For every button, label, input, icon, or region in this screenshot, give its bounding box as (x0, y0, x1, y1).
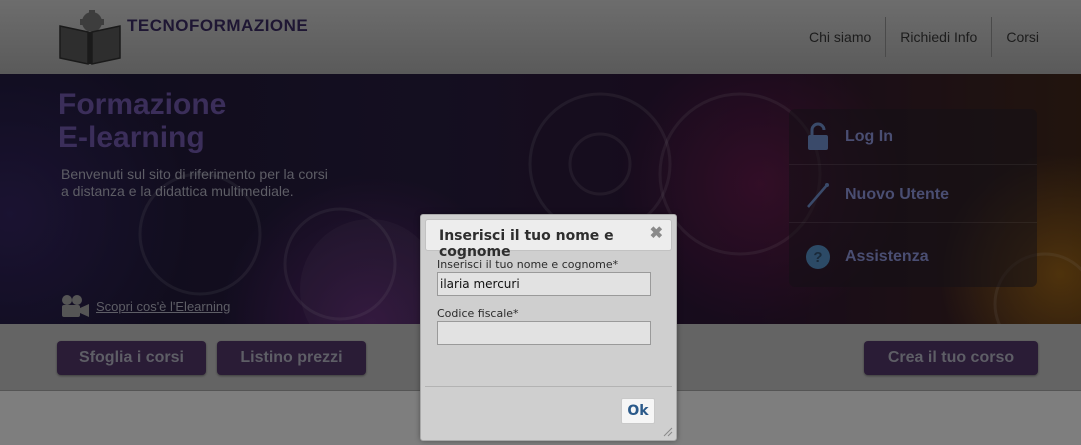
main-nav: Chi siamo Richiedi Info Corsi (795, 17, 1053, 57)
create-course-button[interactable]: Crea il tuo corso (864, 341, 1038, 375)
help-icon: ? (805, 242, 831, 272)
panel-item-assistance[interactable]: ? Assistenza (789, 229, 1037, 285)
video-camera-icon (62, 295, 89, 317)
fiscal-code-input[interactable] (437, 321, 651, 345)
hero-title: Formazione E-learning (58, 88, 226, 154)
svg-text:?: ? (813, 249, 822, 266)
panel-item-label: Log In (845, 127, 893, 145)
panel-item-new-user[interactable]: Nuovo Utente (789, 167, 1037, 223)
hero-text-line2: a distanza e la didattica multimediale. (61, 183, 294, 199)
hero-title-line1: Formazione (58, 88, 227, 121)
name-field-label: Inserisci il tuo nome e cognome* (437, 258, 619, 271)
elearning-link[interactable]: Scopri cos'è l'Elearning (96, 299, 230, 314)
dialog-title: Inserisci il tuo nome e cognome (439, 228, 614, 260)
panel-item-label: Assistenza (845, 248, 929, 265)
hero-description: Benvenuti sul sito di riferimento per la… (61, 166, 371, 200)
dialog-titlebar[interactable]: Inserisci il tuo nome e cognome ✖ (425, 219, 672, 260)
hero-title-line2: E-learning (58, 121, 205, 154)
nav-chi-siamo[interactable]: Chi siamo (795, 17, 885, 57)
resize-grip-icon[interactable] (663, 427, 673, 437)
panel-item-label: Nuovo Utente (845, 185, 949, 203)
nav-corsi[interactable]: Corsi (991, 17, 1053, 57)
user-panel: Log In Nuovo Utente ? Assistenza (789, 109, 1037, 287)
browse-courses-button[interactable]: Sfoglia i corsi (57, 341, 206, 375)
ok-button[interactable]: Ok (621, 398, 655, 424)
book-logo-icon[interactable] (58, 10, 122, 66)
hero-text-line1: Benvenuti sul sito di riferimento per la… (61, 166, 328, 182)
panel-item-login[interactable]: Log In (789, 109, 1037, 165)
elearning-link-row: Scopri cos'è l'Elearning (60, 294, 230, 318)
full-name-input[interactable] (437, 272, 651, 296)
price-list-button[interactable]: Listino prezzi (217, 341, 366, 375)
padlock-icon (805, 122, 831, 152)
site-header: TECNOFORMAZIONE Chi siamo Richiedi Info … (0, 0, 1081, 74)
name-dialog: Inserisci il tuo nome e cognome ✖ Inseri… (420, 214, 677, 441)
nav-richiedi-info[interactable]: Richiedi Info (885, 17, 991, 57)
pen-icon (805, 180, 831, 210)
fiscal-code-label: Codice fiscale* (437, 307, 519, 320)
close-icon[interactable]: ✖ (650, 225, 663, 243)
brand-name[interactable]: TECNOFORMAZIONE (127, 16, 308, 36)
